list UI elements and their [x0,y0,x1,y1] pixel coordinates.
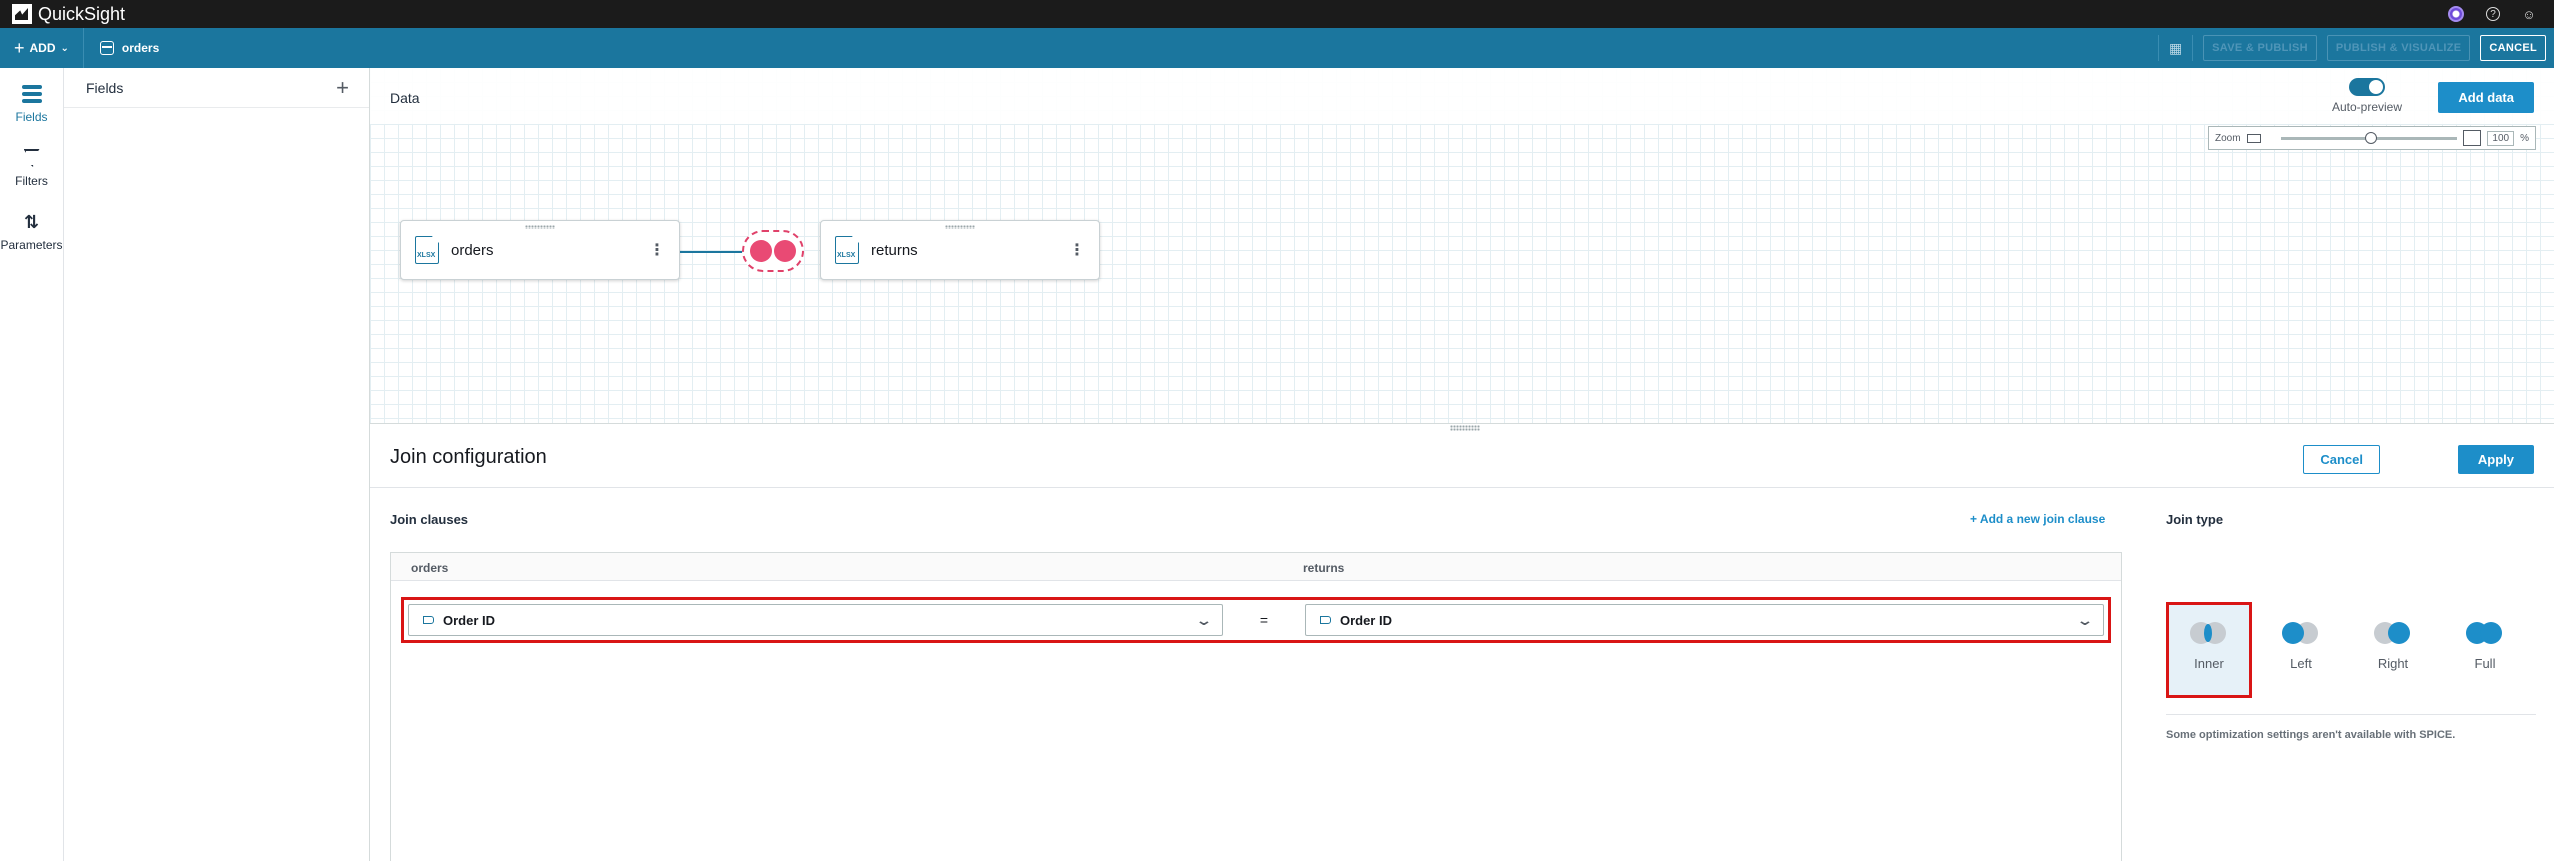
fields-panel: Fields + [64,68,370,861]
add-menu-button[interactable]: + ADD ⌄ [0,28,84,68]
minimap-icon[interactable] [2246,133,2261,143]
stack-icon [21,82,42,106]
fit-to-screen-icon[interactable] [2463,130,2482,146]
dataset-node-returns[interactable]: XLSX returns ⋮ [820,220,1100,280]
string-field-icon [423,616,434,624]
fields-panel-header: Fields + [64,68,369,108]
account-badge-icon[interactable] [2448,6,2464,22]
join-config-header: Join configuration Cancel Apply [370,424,2554,488]
toolbar-divider [2157,35,2159,61]
spice-optimization-note: Some optimization settings aren't availa… [2166,714,2536,741]
drag-handle-icon[interactable] [525,225,555,229]
join-clauses-table: orders returns Order ID ⌄ = Order ID ⌄ [390,552,2122,861]
zoom-label: Zoom [2215,132,2241,144]
data-canvas[interactable]: Data Auto-preview Add data Zoom 100 % XL… [370,68,2554,431]
auto-preview-label: Auto-preview [2331,100,2402,114]
join-type-inner[interactable]: Inner [2166,602,2252,698]
right-table-name: returns [1303,561,1345,575]
right-join-icon [2374,622,2412,644]
node-name: returns [871,241,918,259]
right-field-value: Order ID [1339,612,1392,628]
toolbar-divider [2192,35,2194,61]
join-type-full[interactable]: Full [2442,602,2528,698]
clauses-table-header: orders returns [391,553,2121,581]
cancel-button[interactable]: Cancel [2303,445,2380,474]
quicksight-logo-icon [12,4,32,24]
plus-icon: + [14,37,25,58]
toolbar-actions: ▦ SAVE & PUBLISH PUBLISH & VISUALIZE CAN… [2157,28,2546,68]
rail-item-fields[interactable]: Fields [0,82,63,124]
full-join-icon [2466,622,2504,644]
apply-button[interactable]: Apply [2457,445,2534,474]
settings-grid-icon[interactable]: ▦ [2169,40,2182,57]
drag-handle-icon[interactable] [945,225,975,229]
dataset-icon [99,41,114,55]
quicksight-logo[interactable]: QuickSight [12,4,125,25]
string-field-icon [1319,616,1331,624]
zoom-control: Zoom 100 % [2208,126,2536,150]
toolbar: + ADD ⌄ orders ▦ SAVE & PUBLISH PUBLISH … [0,28,2554,68]
rail-label-filters: Filters [15,174,48,188]
add-field-icon[interactable]: + [336,75,349,101]
right-field-select[interactable]: Order ID ⌄ [1304,604,2105,636]
funnel-icon [23,146,40,170]
join-type-label-inner: Inner [2194,656,2224,671]
join-config-title: Join configuration [390,446,547,468]
zoom-slider-knob[interactable] [2365,131,2378,144]
xlsx-file-icon: XLSX [835,236,859,264]
help-icon[interactable]: ? [2486,7,2500,21]
xlsx-file-icon: XLSX [415,236,439,264]
sliders-icon: ⇅ [23,211,40,232]
left-field-value: Order ID [443,612,496,628]
left-rail: Fields Filters ⇅ Parameters [0,68,64,861]
auto-preview-control: Auto-preview [2332,78,2402,114]
join-configuration-panel: Join configuration Cancel Apply Join cla… [370,424,2554,861]
join-type-left[interactable]: Left [2258,602,2344,698]
more-options-icon[interactable]: ⋮ [649,240,665,260]
chevron-down-icon: ⌄ [2076,612,2094,628]
chevron-down-icon: ⌄ [1195,612,1213,628]
join-clause-row: Order ID ⌄ = Order ID ⌄ [401,597,2111,643]
chevron-down-icon: ⌄ [60,42,69,54]
rail-item-filters[interactable]: Filters [0,146,63,188]
join-type-label-full: Full [2474,656,2496,671]
rail-label-parameters: Parameters [0,238,63,252]
zoom-percent-input[interactable]: 100 [2487,130,2515,146]
rail-label-fields: Fields [15,110,48,124]
dataset-name-button[interactable]: orders [84,41,159,55]
zoom-percent-unit: % [2520,132,2529,144]
join-type-right[interactable]: Right [2350,602,2436,698]
auto-preview-toggle[interactable] [2348,78,2385,96]
join-clauses-label: Join clauses [390,512,469,527]
app-name: QuickSight [38,3,126,24]
top-bar: QuickSight ? ☺ [0,0,2554,28]
canvas-header: Data Auto-preview Add data [370,68,2554,124]
save-publish-button[interactable]: SAVE & PUBLISH [2203,35,2317,61]
rail-item-parameters[interactable]: ⇅ Parameters [0,210,63,253]
add-label: ADD [29,41,56,55]
left-join-icon [2282,622,2320,644]
dataset-node-orders[interactable]: XLSX orders ⋮ [400,220,680,280]
inner-join-icon [2190,622,2228,644]
join-type-label: Join type [2166,512,2224,527]
cancel-toolbar-button[interactable]: CANCEL [2480,35,2546,61]
join-type-label-right: Right [2377,656,2409,671]
fields-panel-title: Fields [86,79,124,96]
user-icon[interactable]: ☺ [2522,7,2536,22]
node-name: orders [451,241,494,259]
left-table-name: orders [411,561,449,575]
more-options-icon[interactable]: ⋮ [1069,240,1085,260]
canvas-title: Data [390,90,420,106]
add-join-clause-link[interactable]: + Add a new join clause [1970,512,2105,526]
join-operator: = [1259,612,1269,628]
dataset-name: orders [121,41,160,55]
add-data-button[interactable]: Add data [2438,82,2534,113]
join-type-label-left: Left [2290,656,2312,671]
top-right-icons: ? ☺ [2448,0,2536,28]
left-field-select[interactable]: Order ID ⌄ [408,604,1224,636]
zoom-slider[interactable] [2280,131,2458,144]
publish-visualize-button[interactable]: PUBLISH & VISUALIZE [2326,35,2471,61]
inner-join-icon[interactable] [742,230,804,272]
